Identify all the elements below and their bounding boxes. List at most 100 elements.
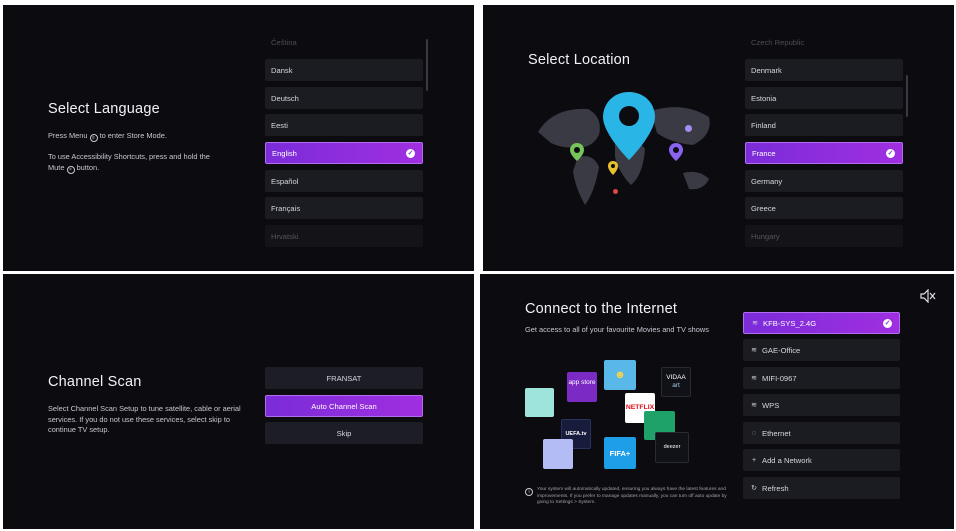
fransat-button[interactable]: FRANSAT [265,367,423,389]
netflix-logo: NETFLIX [625,404,655,411]
internet-subtitle: Get access to all of your favourite Movi… [525,325,709,334]
network-label: Add a Network [762,455,812,465]
add-network-item[interactable]: + Add a Network [743,449,900,471]
network-label: MIFI-0967 [762,373,797,383]
speaker-muted-icon[interactable] [920,289,936,303]
mute-button-icon: × [66,165,75,174]
item-label: Français [271,203,301,213]
network-item[interactable]: ≋ MIFI-0967 [743,367,900,389]
app-store-label: app store [568,379,596,386]
page-title: Select Location [528,52,631,68]
network-label: KFB-SYS_2.4G [763,318,817,328]
list-item[interactable]: Dansk [265,59,423,81]
wps-icon: ≋ [751,402,757,409]
check-icon: ✓ [883,319,892,328]
list-item[interactable]: Estonia [745,87,903,109]
hint-text: Press Menu [48,131,88,140]
list-item[interactable]: Français [265,197,423,219]
map-dot [685,125,692,132]
page-title: Channel Scan [48,374,142,390]
app-tile [543,439,573,469]
app-tile [525,388,554,417]
network-label: Refresh [762,483,789,493]
item-label: Germany [751,176,783,186]
item-label: Dansk [271,65,293,75]
item-label: Denmark [751,65,782,75]
skip-button[interactable]: Skip [265,422,423,444]
uefa-logo: UEFA.tv [565,431,587,437]
list-item[interactable]: Español [265,170,423,192]
list-item[interactable]: Germany [745,170,903,192]
item-label: Hrvatski [271,231,299,241]
item-label: Czech Republic [751,37,805,47]
item-label: Estonia [751,93,777,103]
fifa-logo: FIFA+ [609,449,631,458]
map-dot [613,189,618,194]
network-label: Ethernet [762,428,791,438]
deezer-logo: deezer [663,444,681,450]
list-item-selected[interactable]: English ✓ [265,142,423,164]
item-label: Čeština [271,37,297,47]
vidaa-art-tile: VIDAA art [661,367,691,397]
network-label: GAE-Office [762,345,801,355]
scrollbar[interactable] [906,75,908,117]
hint-text: To use Accessibility Shortcuts, press an… [48,152,210,161]
deezer-tile: deezer [655,432,689,463]
purple-pin-icon [669,143,683,161]
location-list: Czech Republic Denmark Estonia Finland F… [745,5,903,271]
network-item[interactable]: ≋ GAE-Office [743,339,900,361]
check-icon: ✓ [886,149,895,158]
page-title: Select Language [48,101,160,117]
yellow-pin-icon [608,161,618,175]
network-label: WPS [762,400,780,410]
channel-scan-description: Select Channel Scan Setup to tune satell… [48,404,241,434]
info-icon: i [525,488,533,496]
list-item[interactable]: Čeština [265,31,423,53]
refresh-item[interactable]: ↻ Refresh [743,477,900,499]
green-pin-icon [570,143,584,161]
network-item-selected[interactable]: ≋ KFB-SYS_2.4G ✓ [743,312,900,334]
wifi-icon: ≋ [751,347,757,354]
art-label: art [672,382,680,389]
location-pin-icon [603,92,655,160]
wifi-icon: ≋ [751,375,757,382]
item-label: Eesti [271,120,288,130]
ethernet-icon: ◌ [751,429,757,437]
update-footnote: Your system will automatically updated, … [537,487,727,505]
item-label: Deutsch [271,93,299,103]
character-icon: ☻ [614,369,626,381]
list-item[interactable]: Greece [745,197,903,219]
auto-channel-scan-button[interactable]: Auto Channel Scan [265,395,423,417]
check-icon: ✓ [406,149,415,158]
list-item[interactable]: Hrvatski [265,225,423,247]
internet-screen: Connect to the Internet Get access to al… [480,274,954,529]
scrollbar[interactable] [426,39,428,91]
item-label: Español [271,176,299,186]
hint-text: Mute [48,162,65,172]
list-item[interactable]: Hungary [745,225,903,247]
location-screen: Select Location Czech Republic Denmark E… [483,5,954,271]
wifi-icon: ≋ [752,320,758,327]
list-item[interactable]: Czech Republic [745,31,903,53]
language-list: Čeština Dansk Deutsch Eesti English ✓ Esp… [265,5,423,271]
list-item[interactable]: Deutsch [265,87,423,109]
list-item[interactable]: Eesti [265,114,423,136]
item-label: France [752,148,776,158]
item-label: Hungary [751,231,780,241]
wps-item[interactable]: ≋ WPS [743,394,900,416]
network-list: ≋ KFB-SYS_2.4G ✓ ≋ GAE-Office ≋ MIFI-096… [743,274,900,529]
app-store-tile: app store [567,372,597,402]
list-item[interactable]: Finland [745,114,903,136]
store-mode-hint: Press Menu ≡ to enter Store Mode. [48,131,167,142]
refresh-icon: ↻ [751,485,757,492]
ethernet-item[interactable]: ◌ Ethernet [743,422,900,444]
item-label: Finland [751,120,776,130]
vidaa-label: VIDAA [666,374,686,381]
list-item-selected[interactable]: France ✓ [745,142,903,164]
page-title: Connect to the Internet [525,301,678,317]
fifa-plus-tile: FIFA+ [604,437,636,469]
item-label: English [272,148,297,158]
item-label: Greece [751,203,776,213]
list-item[interactable]: Denmark [745,59,903,81]
menu-button-icon: ≡ [89,134,98,142]
